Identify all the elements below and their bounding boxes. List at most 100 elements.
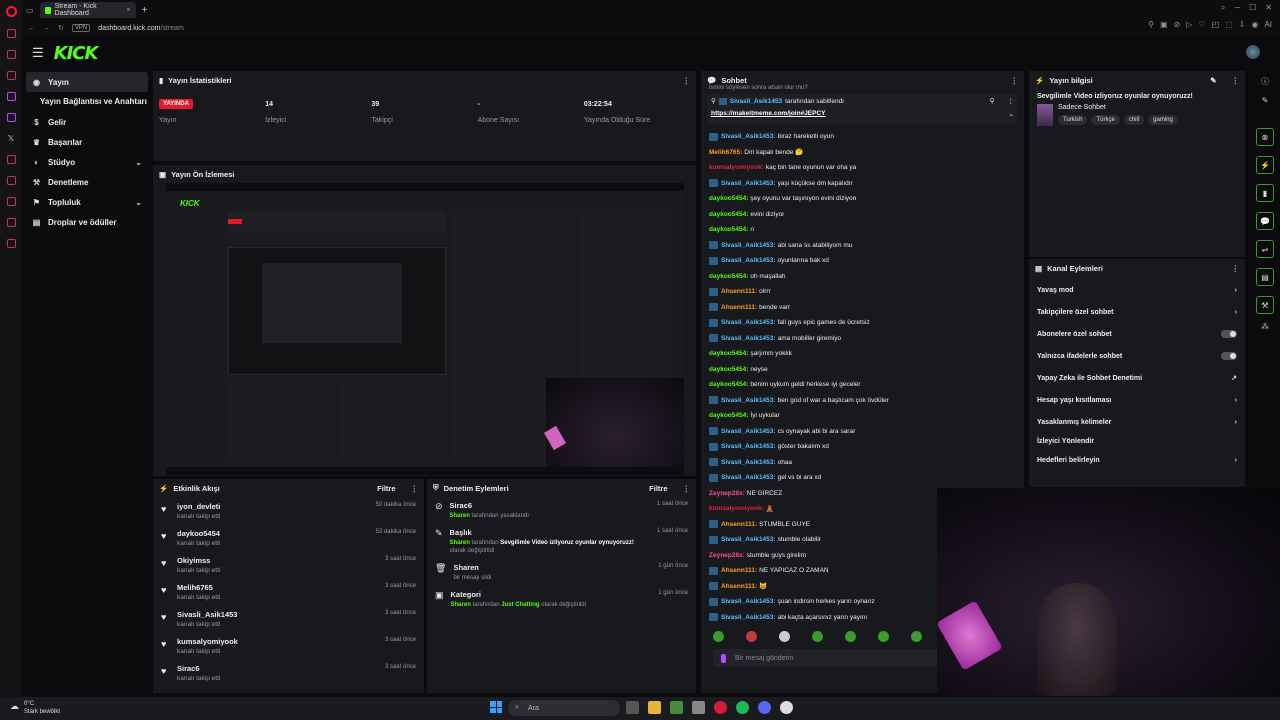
- chat-username[interactable]: Ahsenn111:: [721, 521, 757, 528]
- action-followers-only[interactable]: Takipçilere özel sohbet ›: [1029, 301, 1245, 323]
- chat-username[interactable]: daykoo5454:: [709, 412, 748, 419]
- taskbar-search[interactable]: ⌕ Ara: [508, 700, 620, 716]
- action-goals[interactable]: Hedefleri belirleyin ›: [1029, 449, 1245, 471]
- mod-target[interactable]: Sharen: [453, 563, 651, 572]
- action-account-age[interactable]: Hesap yaşı kısıtlaması ›: [1029, 389, 1245, 411]
- quick-tools-button[interactable]: ⚒: [1256, 296, 1274, 314]
- chat-username[interactable]: daykoo5454:: [709, 350, 748, 357]
- mod-actor[interactable]: Sharen: [451, 602, 471, 608]
- close-window-button[interactable]: ✕: [1265, 3, 1272, 13]
- chat-username[interactable]: Sivasli_Asik1453:: [721, 397, 776, 404]
- tab-overview-icon[interactable]: ▭: [26, 6, 34, 15]
- chrome-icon[interactable]: [780, 701, 793, 714]
- chat-username[interactable]: Sivasli_Asik1453:: [721, 428, 776, 435]
- windows-start-icon[interactable]: [490, 701, 502, 713]
- chat-username[interactable]: Ahsenn111:: [721, 288, 757, 295]
- category-name[interactable]: Sadece Sohbet: [1058, 104, 1182, 111]
- messenger-icon[interactable]: [6, 50, 16, 59]
- chat-username[interactable]: daykoo5454:: [709, 195, 748, 202]
- action-banned-words[interactable]: Yasaklanmış kelimeler ›: [1029, 411, 1245, 433]
- more-options-icon[interactable]: ⋮: [683, 76, 691, 85]
- sidebar-item-basarilar[interactable]: ♛ Başarılar: [26, 132, 148, 152]
- chat-username[interactable]: Zeynep28x:: [709, 490, 745, 497]
- quick-clear-chat-button[interactable]: ⊗: [1256, 128, 1274, 146]
- filter-button[interactable]: Filtre: [649, 484, 667, 493]
- more-options-icon[interactable]: ⋮: [1232, 264, 1240, 273]
- toggle-switch[interactable]: [1221, 330, 1237, 338]
- chat-username[interactable]: daykoo5454:: [709, 366, 748, 373]
- emote-icon[interactable]: [911, 631, 922, 642]
- edit-icon[interactable]: ✎: [1262, 96, 1269, 128]
- chat-username[interactable]: Sivasli_Asik1453:: [721, 133, 776, 140]
- player-icon[interactable]: [6, 239, 16, 248]
- x-icon[interactable]: 𝕏: [8, 134, 14, 143]
- emote-icon[interactable]: [812, 631, 823, 642]
- follower-name[interactable]: iyon_devleti: [177, 502, 220, 511]
- more-options-icon[interactable]: ⋮: [1232, 76, 1240, 85]
- sidebar-item-denetleme[interactable]: ⚒ Denetleme: [26, 172, 148, 192]
- chat-username[interactable]: Melih6765:: [709, 149, 742, 156]
- sidebar-item-gelir[interactable]: $ Gelir: [26, 112, 148, 132]
- follower-name[interactable]: Melih6765: [177, 583, 220, 592]
- sidebar-item-stream-key[interactable]: Yayın Bağlantısı ve Anahtarı: [26, 92, 148, 112]
- action-ai-moderation[interactable]: Yapay Zeka ile Sohbet Denetimi ↗: [1029, 367, 1245, 389]
- url-field[interactable]: dashboard.kick.com/stream: [98, 25, 184, 32]
- pin-icon[interactable]: ⚲: [1148, 20, 1154, 29]
- chat-username[interactable]: kumsalyomiyook:: [709, 164, 764, 171]
- chat-username[interactable]: Sivasli_Asik1453:: [721, 614, 776, 621]
- chat-username[interactable]: daykoo5454:: [709, 273, 748, 280]
- settings-icon[interactable]: [6, 218, 16, 227]
- filter-button[interactable]: Filtre: [377, 484, 395, 493]
- chat-username[interactable]: kumsalyomiyook:: [709, 505, 764, 512]
- chevron-down-icon[interactable]: ⌄: [1009, 110, 1014, 118]
- user-avatar[interactable]: [1246, 45, 1260, 59]
- vpn-badge[interactable]: VPN: [71, 24, 91, 32]
- task-view-icon[interactable]: [626, 701, 639, 714]
- play-icon[interactable]: ▷: [1186, 20, 1192, 29]
- tab-kick-dashboard[interactable]: Stream - Kick Dashboard ×: [39, 2, 136, 18]
- sidebar-item-droplar[interactable]: ▤ Droplar ve ödüller: [26, 212, 148, 232]
- weather-widget[interactable]: ☁ 0°C Stark bewölkt: [8, 700, 60, 716]
- kick-logo[interactable]: KICK: [54, 43, 99, 64]
- chat-username[interactable]: Ahsenn111:: [721, 304, 757, 311]
- tab-close-icon[interactable]: ×: [126, 7, 130, 14]
- more-options-icon[interactable]: ⋮: [683, 484, 691, 493]
- forward-icon[interactable]: →: [43, 25, 50, 32]
- quick-chat-button[interactable]: 💬: [1256, 212, 1274, 230]
- opera-logo-icon[interactable]: [5, 6, 17, 17]
- sidebar-item-yayin[interactable]: ◉ Yayın: [26, 72, 148, 92]
- ai-button[interactable]: AI: [1264, 20, 1272, 29]
- quick-banned-words-button[interactable]: ▤: [1256, 268, 1274, 286]
- follower-name[interactable]: Sivasli_Asik1453: [177, 610, 237, 619]
- action-slow-mode[interactable]: Yavaş mod ›: [1029, 279, 1245, 301]
- chat-username[interactable]: daykoo5454:: [709, 381, 748, 388]
- edit-icon[interactable]: ✎: [1210, 76, 1216, 85]
- menu-icon[interactable]: ☰: [32, 45, 44, 61]
- history-icon[interactable]: [6, 176, 16, 185]
- search-tabs-icon[interactable]: ⌕: [1221, 3, 1225, 13]
- instagram-icon[interactable]: [6, 92, 16, 101]
- emote-icon[interactable]: [779, 631, 790, 642]
- chat-input[interactable]: Bir mesaj gönderin: [713, 649, 939, 667]
- sidebar-item-topluluk[interactable]: ⚑ Topluluk ⌄: [26, 192, 148, 212]
- workspace-icon[interactable]: [6, 29, 16, 38]
- follower-name[interactable]: daykoo5454: [177, 529, 220, 538]
- music-icon[interactable]: [6, 71, 16, 80]
- info-circle-icon[interactable]: ⓘ: [1261, 76, 1269, 96]
- emote-icon[interactable]: [845, 631, 856, 642]
- snapshot-icon[interactable]: ▣: [1160, 20, 1168, 29]
- chat-username[interactable]: Ahsenn111:: [721, 567, 757, 574]
- sidebar-item-studyo[interactable]: ◐ Stüdyo ⌄: [26, 152, 148, 172]
- chat-username[interactable]: Ahsenn111:: [721, 583, 757, 590]
- minimize-button[interactable]: ─: [1234, 3, 1240, 13]
- app-icon[interactable]: [692, 701, 705, 714]
- back-icon[interactable]: ←: [28, 25, 35, 32]
- follower-name[interactable]: Okiyimss: [177, 556, 220, 565]
- more-options-icon[interactable]: ⋮: [1008, 97, 1015, 105]
- pinned-link[interactable]: https://makeitmeme.com/join#JEPCY: [711, 110, 826, 118]
- mod-target[interactable]: Sirac6: [450, 501, 650, 510]
- follower-name[interactable]: kumsalyomiyook: [177, 637, 238, 646]
- chat-username[interactable]: Sivasli_Asik1453:: [721, 319, 776, 326]
- chat-username[interactable]: Sivasli_Asik1453:: [721, 474, 776, 481]
- chat-username[interactable]: Sivasli_Asik1453:: [721, 242, 776, 249]
